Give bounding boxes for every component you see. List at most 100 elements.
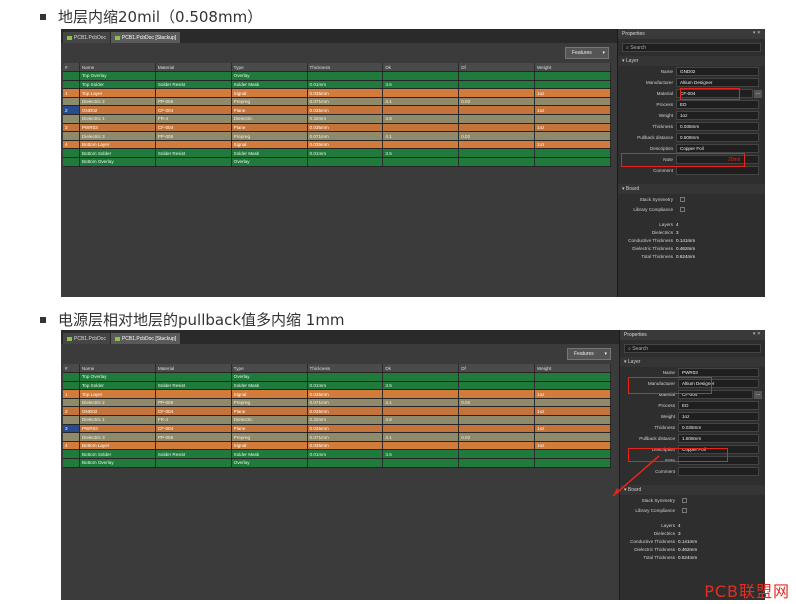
cell-df: 0.02 <box>458 131 536 141</box>
stat-row: Conductive Thickness 0.141mm <box>618 236 765 244</box>
stat-label: Conductive Thickness <box>630 538 675 544</box>
table-row[interactable]: 4 Bottom Layer Signal 0.035mm 1oz <box>63 140 611 150</box>
checkbox[interactable] <box>680 206 685 212</box>
table-row[interactable]: 3 PWR03 CF-004 Plane 0.035mm 1oz <box>63 123 611 133</box>
layer-section-header[interactable]: ▾ Layer <box>618 56 765 66</box>
board-section-header[interactable]: ▾ Board <box>620 485 765 495</box>
search-input[interactable]: ⌕ Search <box>624 344 761 353</box>
cell-dk: 4.8 <box>382 114 460 124</box>
cell-material <box>155 157 232 167</box>
field-label: Pullback distance <box>637 135 673 140</box>
table-row[interactable]: Bottom Solder Solder Resist Solder Mask 0.0… <box>63 449 611 460</box>
panel-controls-icon[interactable]: ▾ ✕ <box>753 331 761 337</box>
cell-num <box>63 458 80 468</box>
field-row: Thickness 0.035mm <box>618 121 765 132</box>
table-row[interactable]: 1 Top Layer Signal 0.035mm 1oz <box>63 88 611 98</box>
table-row[interactable]: Bottom Overlay Overlay <box>63 458 611 468</box>
tab-pcbdoc[interactable]: PCB1.PcbDoc <box>63 333 110 344</box>
tab-label: PCB1.PcbDoc <box>74 34 106 41</box>
cell-thickness: 0.071mm <box>307 97 384 107</box>
field-value-input[interactable]: ED <box>676 100 759 109</box>
cell-weight <box>534 97 611 107</box>
tab-pcbdoc[interactable]: PCB1.PcbDoc <box>63 32 110 43</box>
field-value-input[interactable] <box>678 467 759 476</box>
board-section-header[interactable]: ▾ Board <box>618 184 765 194</box>
checkbox[interactable] <box>680 196 685 202</box>
document-icon <box>67 35 72 40</box>
table-row[interactable]: Dielectric 2 PP-006 Prepreg 0.071mm 4.1 0.02 <box>63 97 611 107</box>
table-row[interactable]: Dielectric 3 PP-006 Prepreg 0.071mm 4.1 0.02 <box>63 131 611 141</box>
cell-name: Bottom Layer <box>79 140 156 150</box>
field-value-input[interactable]: ED <box>678 401 759 410</box>
table-row[interactable]: Top Solder Solder Resist Solder Mask 0.01mm… <box>63 381 611 391</box>
field-value-input[interactable] <box>676 166 759 175</box>
table-row[interactable]: 3 PWR03 CF-004 Plane 0.035mm 1oz <box>63 424 611 434</box>
cell-material <box>155 71 232 81</box>
features-dropdown[interactable]: Features ▾ <box>567 348 611 360</box>
heading-text: 电源层相对地层的pullback值多内缩 1mm <box>58 311 345 329</box>
stat-label: Dielectrics <box>651 229 673 235</box>
cell-df <box>458 415 536 425</box>
field-value-input[interactable]: 1.508mm <box>678 434 759 443</box>
cell-type: Solder Mask <box>231 449 308 460</box>
column-header: Df <box>458 63 536 73</box>
table-row[interactable]: Dielectric 1 FR-4 Dielectric 0.32mm 4.8 <box>63 415 611 425</box>
table-row[interactable]: Bottom Overlay Overlay <box>63 157 611 167</box>
cell-weight <box>534 148 611 159</box>
checkbox-label: Stack Symmetry <box>639 196 673 202</box>
table-row[interactable]: Dielectric 2 PP-006 Prepreg 0.071mm 4.1 0.02 <box>63 398 611 408</box>
table-row[interactable]: Top Solder Solder Resist Solder Mask 0.01mm… <box>63 80 611 90</box>
tab-stackup[interactable]: PCB1.PcbDoc [Stackup] <box>110 333 181 344</box>
cell-thickness: 0.071mm <box>307 432 384 442</box>
cell-type: Prepreg <box>231 432 308 442</box>
cell-material <box>155 88 232 98</box>
table-row[interactable]: Dielectric 1 FR-4 Dielectric 0.32mm 4.8 <box>63 114 611 124</box>
field-row: Process ED <box>620 400 765 411</box>
properties-title-bar: Properties ▾ ✕ <box>618 29 765 39</box>
cell-material <box>155 458 232 468</box>
field-value-input[interactable]: Copper Foil <box>676 144 759 153</box>
table-row[interactable]: 1 Top Layer Signal 0.035mm 1oz <box>63 389 611 399</box>
cell-dk: 3.5 <box>382 381 460 391</box>
panel-controls-icon[interactable]: ▾ ✕ <box>753 30 761 36</box>
cell-type: Overlay <box>231 458 308 468</box>
table-row[interactable]: Top Overlay Overlay <box>63 372 611 382</box>
stat-row: Total Thickness 0.624mm <box>618 252 765 260</box>
browse-button[interactable]: … <box>754 89 762 98</box>
field-value-input[interactable]: Altium Designer <box>676 78 759 87</box>
field-value-input[interactable]: 1oz <box>678 412 759 421</box>
tab-stackup[interactable]: PCB1.PcbDoc [Stackup] <box>110 32 181 43</box>
table-row[interactable]: 4 Bottom Layer Signal 0.035mm 1oz <box>63 441 611 451</box>
column-header: Thickness <box>307 364 384 374</box>
cell-df <box>458 441 536 451</box>
cell-df <box>458 381 536 391</box>
section-label: Layer <box>625 58 639 64</box>
features-dropdown[interactable]: Features ▾ <box>565 47 609 59</box>
field-row: Weight 1oz <box>620 411 765 422</box>
cell-name: Dielectric 1 <box>79 415 156 425</box>
cell-material: FR-4 <box>155 114 232 124</box>
cell-type: Signal <box>231 389 308 399</box>
field-value-input[interactable]: GND02 <box>676 67 759 76</box>
cell-material: FR-4 <box>155 415 232 425</box>
layer-section-header[interactable]: ▾ Layer <box>620 357 765 367</box>
browse-button[interactable]: … <box>754 390 762 399</box>
cell-num <box>63 415 80 425</box>
section-label: Board <box>627 487 642 493</box>
field-value-input[interactable]: 0.508mm <box>676 133 759 142</box>
heading-1: 地层内缩20mil（0.508mm） <box>40 6 262 27</box>
column-header: Name <box>79 364 156 374</box>
table-row[interactable]: 2 GND02 CF-004 Plane 0.035mm 1oz <box>63 105 611 116</box>
table-row[interactable]: Top Overlay Overlay <box>63 71 611 81</box>
table-row[interactable]: Bottom Solder Solder Resist Solder Mask 0.0… <box>63 148 611 159</box>
table-row[interactable]: Dielectric 3 PP-006 Prepreg 0.071mm 4.1 0.02 <box>63 432 611 442</box>
search-input[interactable]: ⌕ Search <box>622 43 761 52</box>
checkbox[interactable] <box>682 497 687 503</box>
field-value-input[interactable]: 1oz <box>676 111 759 120</box>
cell-dk: 3.5 <box>382 449 460 460</box>
checkbox[interactable] <box>682 507 687 513</box>
table-row[interactable]: 2 GND02 CF-004 Plane 0.035mm 1oz <box>63 406 611 417</box>
field-value-input[interactable]: PWR03 <box>678 368 759 377</box>
field-value-input[interactable]: 0.035mm <box>676 122 759 131</box>
field-value-input[interactable]: 0.035mm <box>678 423 759 432</box>
